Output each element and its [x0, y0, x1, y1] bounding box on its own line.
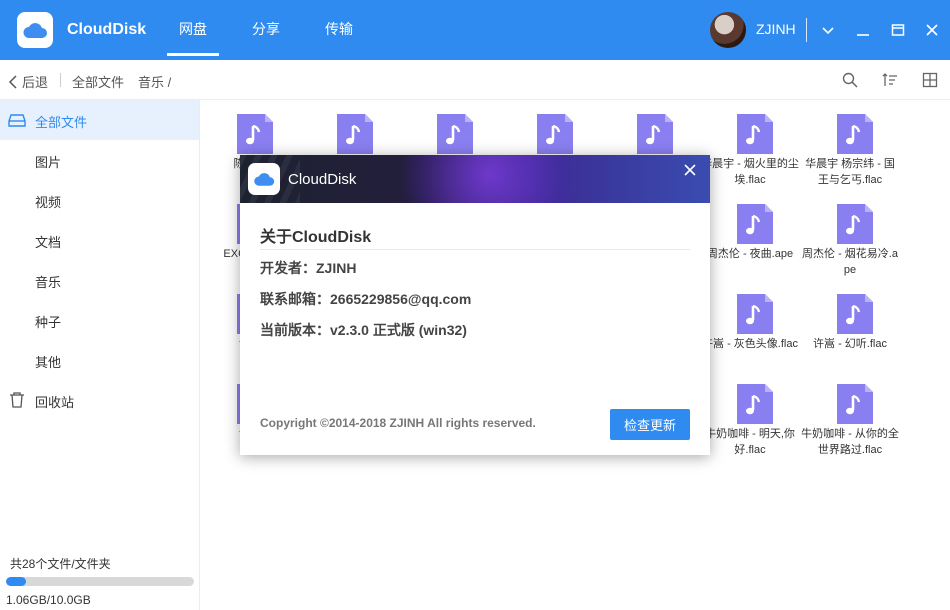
dialog-app-logo: [248, 163, 280, 195]
music-file-icon: [837, 384, 873, 424]
sort-button[interactable]: [880, 70, 900, 90]
sidebar-item-other[interactable]: 其他: [0, 340, 199, 380]
sidebar-item-label: 音乐: [35, 275, 62, 290]
close-icon: [684, 164, 696, 176]
music-file-icon: [737, 384, 773, 424]
sidebar-item-torrents[interactable]: 种子: [0, 300, 199, 340]
music-file-icon: [537, 114, 573, 154]
breadcrumb-current: 音乐 /: [138, 75, 172, 90]
sidebar-item-music[interactable]: 音乐: [0, 260, 199, 300]
sidebar-item-label: 视频: [35, 195, 62, 210]
close-icon: [926, 24, 938, 36]
breadcrumb-root[interactable]: 全部文件: [72, 72, 124, 91]
username[interactable]: ZJINH: [756, 21, 796, 37]
sidebar-item-all-files[interactable]: 全部文件: [0, 100, 199, 140]
toolbar: 后退 全部文件 音乐 /: [0, 60, 950, 100]
music-file-icon: [837, 294, 873, 334]
music-file-icon: [737, 114, 773, 154]
music-file-icon: [437, 114, 473, 154]
maximize-button[interactable]: [886, 18, 910, 42]
music-file-icon: [837, 114, 873, 154]
file-count: 共28个文件/文件夹: [10, 557, 111, 571]
view-toggle-button[interactable]: [920, 70, 940, 90]
chevron-down-icon: [822, 27, 834, 35]
chevron-left-icon: [8, 74, 17, 89]
title-bar: CloudDisk 网盘 分享 传输 ZJINH: [0, 0, 950, 60]
dialog-divider: [260, 249, 690, 250]
sidebar-item-videos[interactable]: 视频: [0, 180, 199, 220]
tab-netdisk[interactable]: 网盘: [167, 19, 219, 56]
dialog-title: 关于CloudDisk: [260, 229, 372, 246]
file-name: 许嵩 - 灰色头像.flac: [702, 338, 798, 350]
storage-progress-fill: [6, 577, 26, 586]
music-file-icon: [737, 294, 773, 334]
sidebar: 全部文件 图片 视频 文档 音乐 种子 其他 回收站 共28个文件/文件夹 1.…: [0, 100, 200, 610]
developer-info: 开发者：ZJINH: [260, 260, 357, 276]
file-name: 华晨宇 杨宗纬 - 国王与乞丐.flac: [805, 158, 895, 186]
minimize-icon: [857, 34, 869, 36]
sort-icon: [882, 73, 897, 86]
tab-transfer[interactable]: 传输: [325, 19, 353, 39]
sidebar-item-documents[interactable]: 文档: [0, 220, 199, 260]
sidebar-item-label: 种子: [35, 315, 62, 330]
dialog-app-name: CloudDisk: [288, 171, 357, 188]
sidebar-item-label: 其他: [35, 355, 62, 370]
music-file-icon: [637, 114, 673, 154]
grid-icon: [922, 72, 938, 88]
cloud-icon: [254, 173, 275, 186]
search-button[interactable]: [840, 70, 860, 90]
music-file-icon: [737, 204, 773, 244]
file-name: 周杰伦 - 烟花易冷.ape: [802, 248, 898, 276]
file-name: 牛奶咖啡 - 从你的全世界路过.flac: [801, 428, 899, 456]
storage-used: 1.06GB/10.0GB: [6, 593, 91, 607]
header-divider: [806, 18, 807, 42]
back-button[interactable]: 后退: [8, 72, 48, 91]
sidebar-item-label: 全部文件: [35, 115, 88, 130]
back-label: 后退: [22, 75, 49, 90]
close-window-button[interactable]: [920, 18, 944, 42]
music-file-icon: [237, 114, 273, 154]
sidebar-item-label: 文档: [35, 235, 62, 250]
file-name: 华晨宇 - 烟火里的尘埃.flac: [701, 158, 799, 186]
avatar[interactable]: [710, 12, 746, 48]
version-info: 当前版本：v2.3.0 正式版 (win32): [260, 322, 467, 338]
file-name: 周杰伦 - 夜曲.ape: [706, 248, 794, 260]
file-name: 许嵩 - 幻听.flac: [813, 338, 887, 350]
about-dialog: CloudDisk 关于CloudDisk 开发者：ZJINH 联系邮箱：266…: [240, 155, 710, 455]
storage-progress-bar: [6, 577, 194, 586]
music-file-icon: [837, 204, 873, 244]
sidebar-item-images[interactable]: 图片: [0, 140, 199, 180]
music-file-icon: [337, 114, 373, 154]
contact-email: 联系邮箱：2665229856@qq.com: [260, 291, 472, 307]
toolbar-divider: [60, 73, 61, 87]
sidebar-item-label: 图片: [35, 155, 62, 170]
dialog-close-button[interactable]: [681, 161, 699, 179]
trash-icon: [10, 392, 24, 408]
file-name: 牛奶咖啡 - 明天,你好.flac: [705, 428, 795, 456]
dropdown-button[interactable]: [816, 18, 840, 42]
sidebar-item-label: 回收站: [35, 395, 75, 410]
minimize-button[interactable]: [851, 18, 875, 42]
check-update-button[interactable]: 检查更新: [610, 409, 690, 440]
maximize-icon: [891, 24, 905, 36]
tab-share[interactable]: 分享: [252, 19, 280, 39]
dialog-header: CloudDisk: [240, 155, 710, 203]
sidebar-item-recycle-bin[interactable]: 回收站: [0, 380, 199, 420]
search-icon: [842, 72, 858, 88]
app-name: CloudDisk: [67, 21, 147, 38]
app-logo: [17, 12, 53, 48]
drive-icon: [8, 114, 26, 127]
cloud-icon: [23, 23, 47, 38]
copyright-text: Copyright ©2014-2018 ZJINH All rights re…: [260, 416, 536, 430]
